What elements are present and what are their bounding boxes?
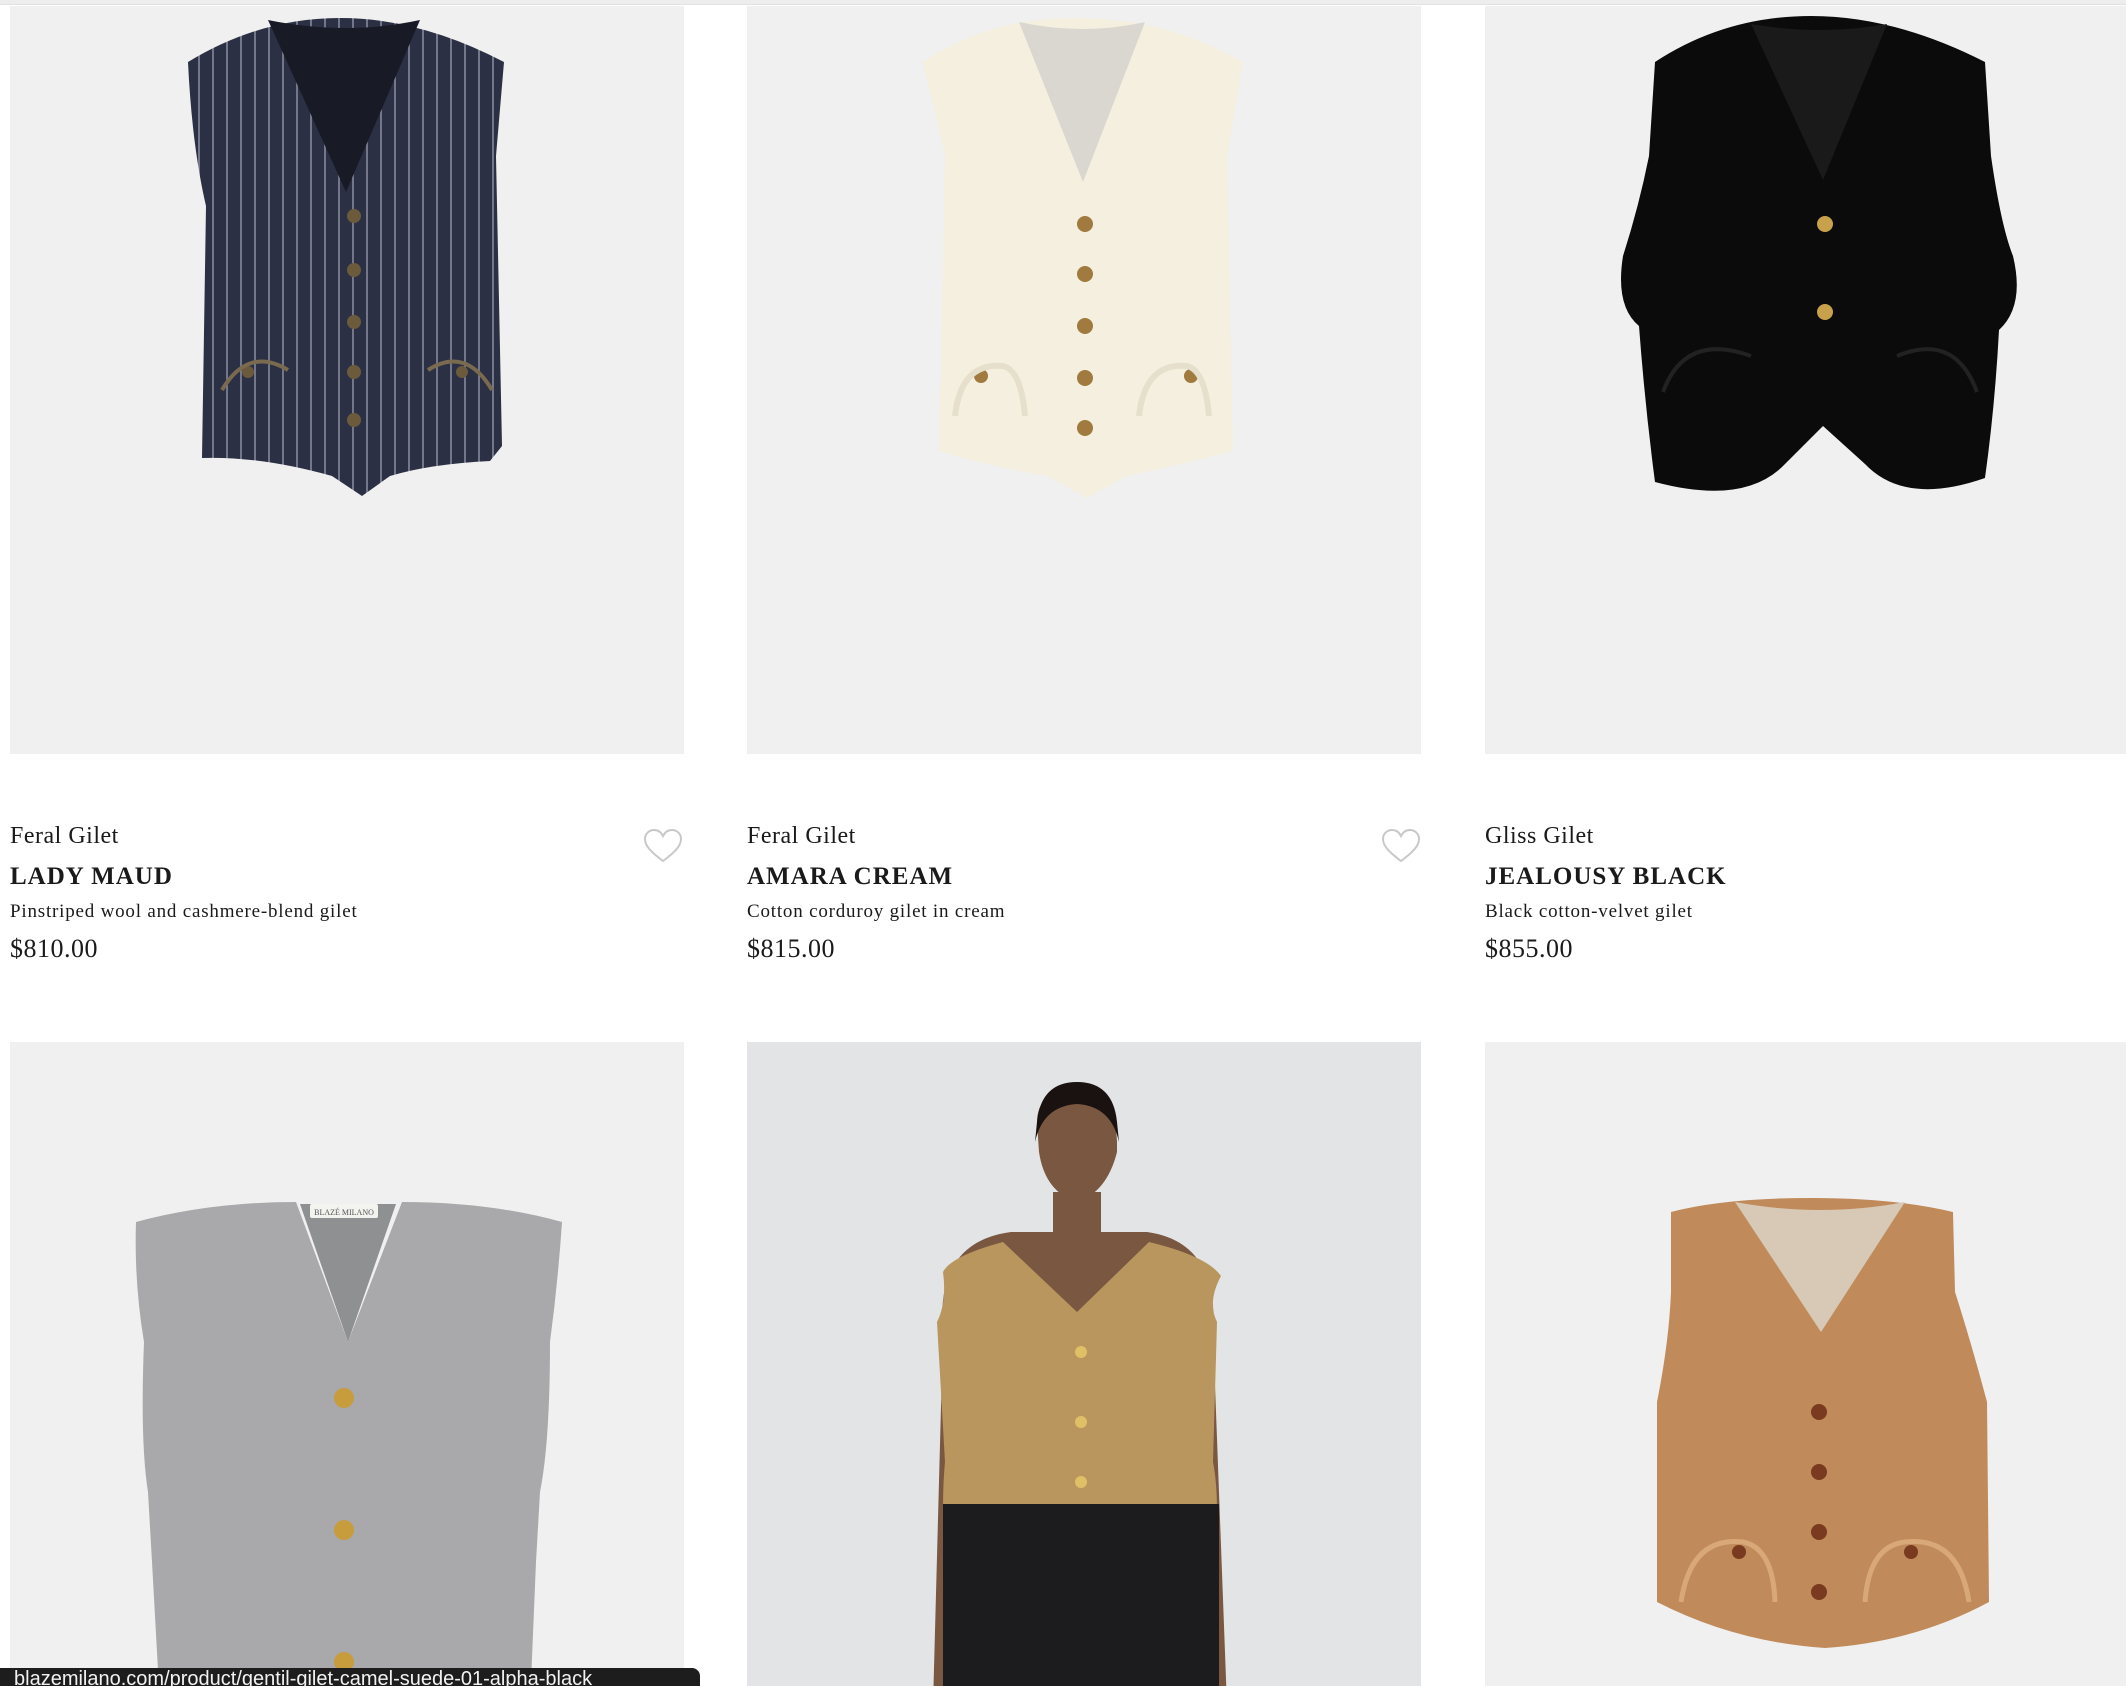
top-divider — [0, 0, 2126, 5]
heart-outline-icon[interactable] — [643, 828, 683, 864]
product-description: Black cotton-velvet gilet — [1485, 901, 1693, 922]
product-price: $815.00 — [747, 934, 835, 963]
product-name[interactable]: AMARA CREAM — [747, 863, 953, 891]
product-card[interactable] — [747, 1042, 1421, 1686]
product-description: Cotton corduroy gilet in cream — [747, 901, 1006, 922]
product-image[interactable] — [747, 1042, 1421, 1686]
product-grid-page: Feral Gilet LADY MAUD Pinstriped wool an… — [0, 0, 2126, 1686]
product-name[interactable]: LADY MAUD — [10, 863, 173, 891]
product-collection: Feral Gilet — [10, 823, 119, 849]
product-image[interactable] — [747, 6, 1421, 754]
product-collection: Feral Gilet — [747, 823, 856, 849]
product-image[interactable] — [1485, 1042, 2126, 1686]
product-description: Pinstriped wool and cashmere-blend gilet — [10, 901, 358, 922]
product-card[interactable]: Feral Gilet AMARA CREAM Cotton corduroy … — [747, 6, 1421, 963]
product-card[interactable]: Feral Gilet LADY MAUD Pinstriped wool an… — [10, 6, 684, 963]
product-card[interactable] — [1485, 1042, 2126, 1686]
product-price: $855.00 — [1485, 934, 1573, 963]
status-bar-url: blazemilano.com/product/gentil-gilet-cam… — [0, 1668, 700, 1686]
product-price: $810.00 — [10, 934, 98, 963]
product-image[interactable] — [10, 6, 684, 754]
product-image[interactable]: BLAZÉ MILANO — [10, 1042, 684, 1686]
product-card[interactable]: BLAZÉ MILANO — [10, 1042, 684, 1686]
product-card[interactable]: Gliss Gilet JEALOUSY BLACK Black cotton-… — [1485, 6, 2126, 963]
heart-outline-icon[interactable] — [1381, 828, 1421, 864]
product-name[interactable]: JEALOUSY BLACK — [1485, 863, 1727, 891]
product-collection: Gliss Gilet — [1485, 823, 1594, 849]
product-image[interactable] — [1485, 6, 2126, 754]
label-text: BLAZÉ MILANO — [314, 1207, 374, 1217]
